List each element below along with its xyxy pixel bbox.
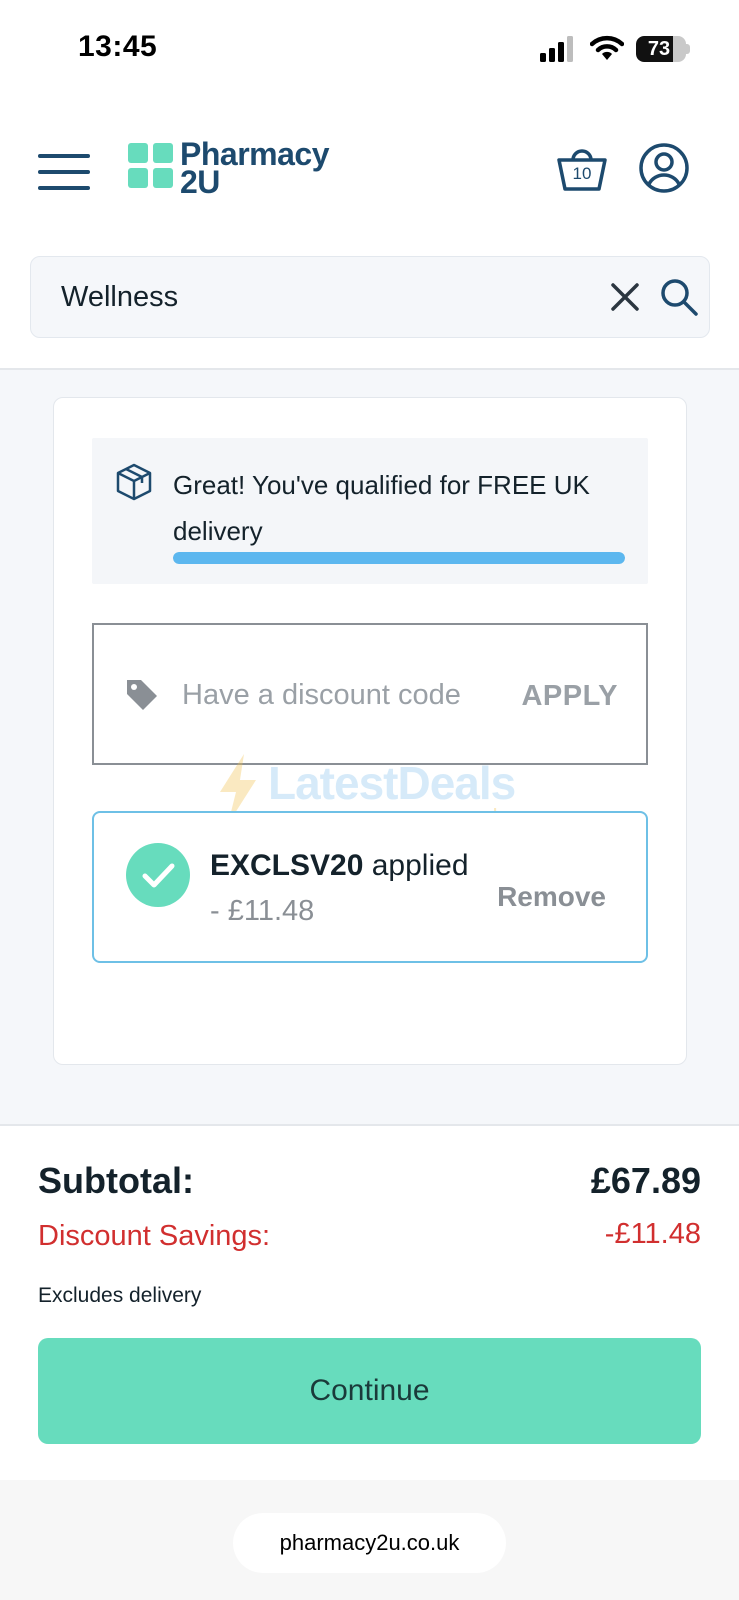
applied-coupon: EXCLSV20 applied - £11.48 Remove xyxy=(92,811,648,963)
continue-button[interactable]: Continue xyxy=(38,1338,701,1444)
close-icon xyxy=(611,283,639,311)
search-button[interactable] xyxy=(659,277,699,317)
search-input[interactable] xyxy=(61,257,581,337)
signal-icon xyxy=(540,36,573,62)
clear-search-button[interactable] xyxy=(609,281,641,313)
browser-url-bar: pharmacy2u.co.uk xyxy=(0,1480,739,1600)
delivery-progress-fill xyxy=(173,552,625,564)
coupon-amount: - £11.48 xyxy=(210,895,315,927)
menu-button[interactable] xyxy=(38,154,90,190)
battery-icon: 73 xyxy=(636,36,690,62)
battery-level: 73 xyxy=(647,38,671,60)
discount-savings-value: -£11.48 xyxy=(604,1218,701,1250)
tag-icon xyxy=(127,680,157,710)
site-header: Pharmacy 2U 10 xyxy=(0,130,739,210)
coupon-status: applied xyxy=(371,849,469,882)
account-button[interactable] xyxy=(638,142,690,194)
menu-icon xyxy=(38,154,90,158)
status-time: 13:45 xyxy=(78,30,158,63)
basket-count: 10 xyxy=(572,164,592,183)
remove-coupon-button[interactable]: Remove xyxy=(474,875,606,919)
discount-code-input[interactable] xyxy=(182,665,502,725)
totals-divider xyxy=(0,1124,739,1126)
coupon-code: EXCLSV20 xyxy=(210,849,364,882)
logo-text: Pharmacy 2U xyxy=(180,138,329,200)
search-icon xyxy=(661,279,698,316)
delivery-message: Great! You've qualified for FREE UK deli… xyxy=(173,470,590,546)
wifi-icon xyxy=(590,35,624,60)
logo-line2: 2U xyxy=(180,164,220,200)
check-circle-icon xyxy=(126,843,190,907)
status-bar: 13:45 73 xyxy=(0,0,739,100)
basket-summary-card: Great! You've qualified for FREE UK deli… xyxy=(53,397,687,1065)
url-pill[interactable]: pharmacy2u.co.uk xyxy=(233,1513,506,1573)
discount-savings-label: Discount Savings: xyxy=(38,1220,271,1252)
apply-discount-button[interactable]: APPLY xyxy=(506,673,618,719)
logo-cross-icon xyxy=(128,143,173,188)
subtotal-label: Subtotal: xyxy=(38,1160,194,1201)
subtotal-value: £67.89 xyxy=(590,1160,701,1201)
watermark-text: LatestDeals xyxy=(268,757,516,809)
search-bar xyxy=(30,256,710,338)
excludes-delivery-note: Excludes delivery xyxy=(38,1284,202,1307)
basket-button[interactable]: 10 xyxy=(556,142,608,194)
box-icon xyxy=(116,463,152,501)
logo[interactable]: Pharmacy 2U xyxy=(128,138,358,200)
delivery-banner: Great! You've qualified for FREE UK deli… xyxy=(92,438,648,584)
account-icon xyxy=(639,143,689,193)
coupon-title: EXCLSV20 applied xyxy=(210,849,469,883)
delivery-progress-bar xyxy=(173,552,625,564)
discount-code-box: APPLY xyxy=(92,623,648,765)
